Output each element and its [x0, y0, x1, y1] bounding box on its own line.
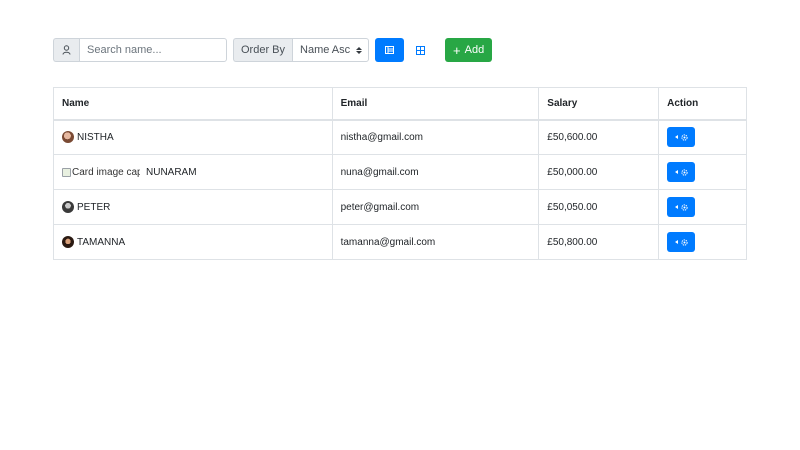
settings-icon	[681, 168, 688, 176]
grid-view-icon	[416, 45, 426, 55]
add-button-label: Add	[464, 44, 485, 56]
search-input[interactable]	[79, 38, 227, 62]
name-cell: Card image cap NUNARAM	[53, 154, 333, 190]
broken-image-icon: Card image cap	[62, 167, 140, 178]
action-cell	[658, 224, 747, 260]
user-icon	[53, 38, 79, 62]
avatar	[62, 236, 74, 248]
email-cell: nuna@gmail.com	[331, 154, 540, 190]
image-alt-text: Card image cap	[72, 166, 140, 178]
table-header-row: Name Email Salary Action	[53, 87, 747, 121]
column-header-salary: Salary	[538, 87, 660, 121]
action-cell	[658, 189, 747, 225]
table-row: PETER peter@gmail.com £50,050.00	[53, 189, 747, 225]
order-by-label: Order By	[233, 38, 293, 62]
email-cell: tamanna@gmail.com	[331, 224, 540, 260]
caret-left-icon	[674, 135, 678, 140]
user-name: PETER	[77, 201, 111, 213]
settings-button[interactable]	[667, 162, 696, 182]
settings-icon	[681, 203, 688, 211]
email-cell: peter@gmail.com	[331, 189, 540, 225]
table-row: Card image cap NUNARAM nuna@gmail.com £5…	[53, 154, 747, 190]
column-header-name: Name	[53, 87, 333, 121]
avatar	[62, 131, 74, 144]
column-header-action: Action	[658, 87, 747, 121]
order-by-group: Order By Name Asc	[233, 38, 370, 62]
user-name: TAMANNA	[77, 236, 126, 248]
email-cell: nistha@gmail.com	[331, 119, 540, 155]
search-group	[53, 38, 227, 62]
salary-cell: £50,600.00	[538, 119, 660, 155]
select-caret-icon	[356, 46, 363, 54]
settings-icon	[681, 238, 688, 246]
column-header-email: Email	[331, 87, 540, 121]
caret-left-icon	[674, 240, 678, 244]
user-name: NUNARAM	[146, 166, 197, 178]
salary-cell: £50,000.00	[538, 154, 660, 190]
settings-button[interactable]	[667, 127, 696, 148]
users-table: Name Email Salary Action NISTHA nistha@g…	[53, 87, 747, 260]
settings-button[interactable]	[667, 197, 696, 217]
list-view-icon	[385, 46, 395, 54]
action-cell	[658, 119, 747, 155]
order-by-select[interactable]: Name Asc	[292, 38, 370, 62]
action-cell	[658, 154, 747, 190]
avatar	[62, 201, 74, 213]
name-cell: NISTHA	[53, 119, 333, 155]
settings-icon	[681, 134, 688, 141]
add-button[interactable]: + Add	[445, 38, 493, 62]
plus-icon: +	[453, 42, 461, 58]
list-view-button[interactable]	[375, 38, 405, 62]
name-cell: PETER	[53, 189, 333, 225]
salary-cell: £50,800.00	[538, 224, 660, 260]
grid-view-button[interactable]	[406, 38, 435, 62]
table-row: NISTHA nistha@gmail.com £50,600.00	[53, 119, 747, 155]
caret-left-icon	[674, 170, 678, 174]
caret-left-icon	[674, 205, 678, 209]
user-name: NISTHA	[77, 131, 114, 143]
order-by-value: Name Asc	[300, 44, 351, 56]
settings-button[interactable]	[667, 232, 696, 252]
salary-cell: £50,050.00	[538, 189, 660, 225]
toolbar: Order By Name Asc + Add	[53, 38, 493, 62]
table-row: TAMANNA tamanna@gmail.com £50,800.00	[53, 224, 747, 260]
name-cell: TAMANNA	[53, 224, 333, 260]
